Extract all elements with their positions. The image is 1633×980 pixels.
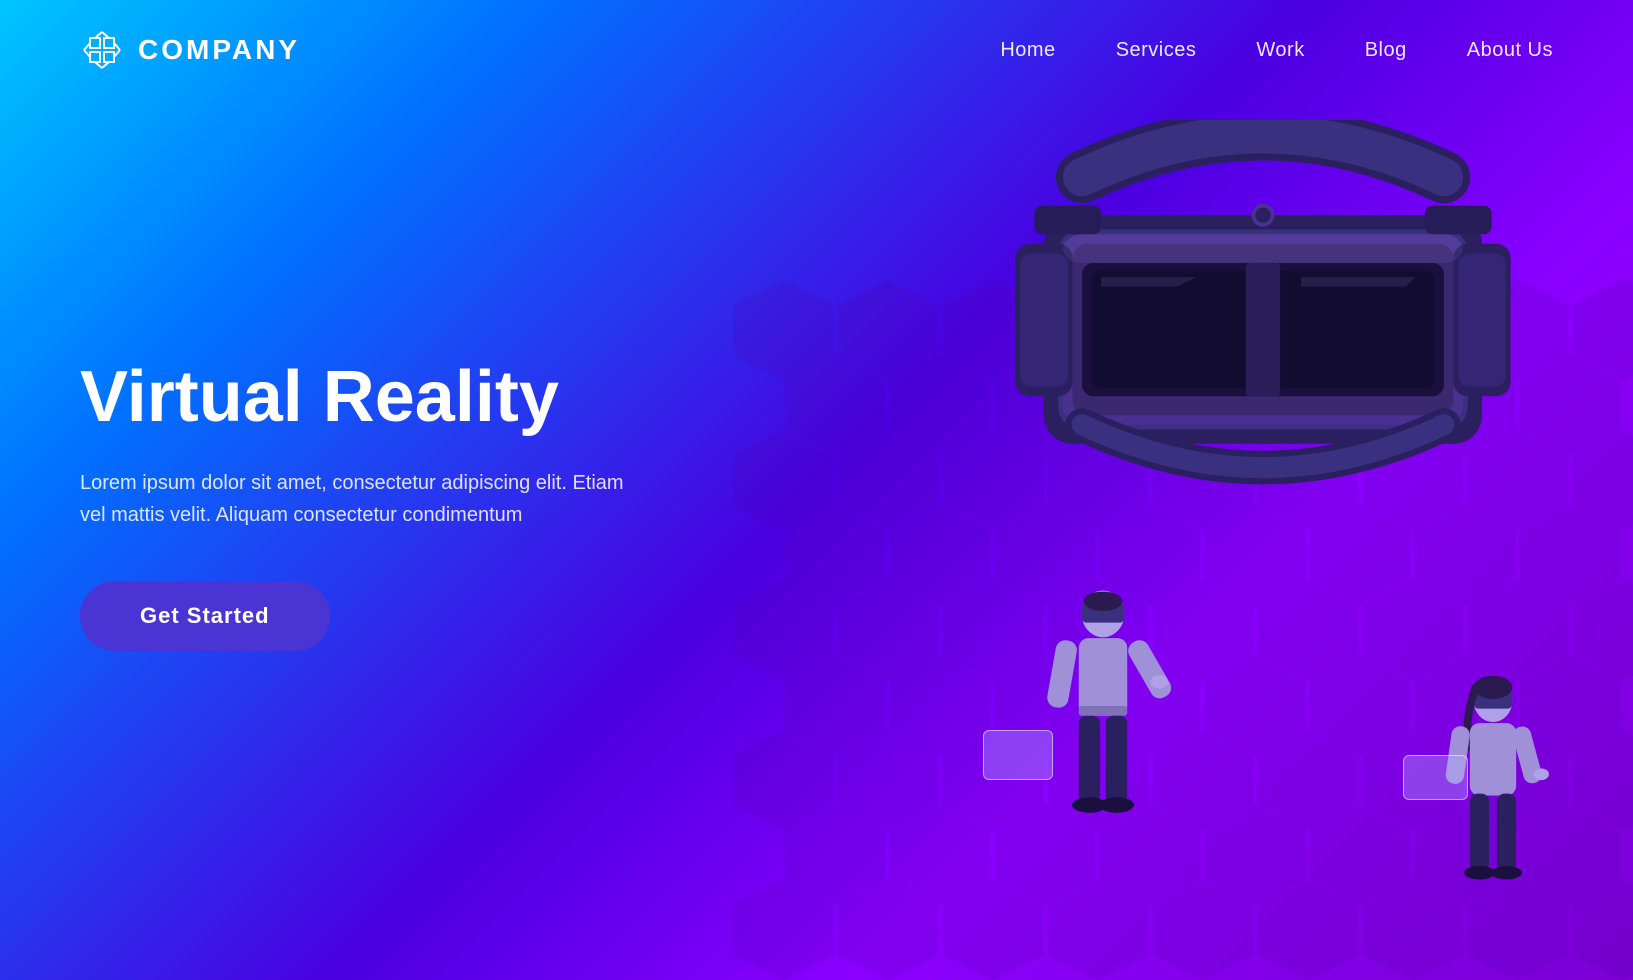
nav-links: Home Services Work Blog About Us: [1000, 39, 1553, 62]
hero-content: Virtual Reality Lorem ipsum dolor sit am…: [80, 358, 630, 651]
nav-item-about: About Us: [1467, 39, 1553, 62]
floating-card-left: [983, 730, 1053, 780]
nav-link-about[interactable]: About Us: [1467, 39, 1553, 61]
vr-headset-illustration: [973, 120, 1553, 520]
nav-link-services[interactable]: Services: [1116, 39, 1197, 61]
vr-illustration-area: [633, 0, 1633, 980]
nav-item-services: Services: [1116, 39, 1197, 62]
navbar: COMPANY Home Services Work Blog About Us: [0, 0, 1633, 100]
hero-description: Lorem ipsum dolor sit amet, consectetur …: [80, 467, 630, 531]
nav-item-home: Home: [1000, 39, 1055, 62]
logo-link[interactable]: COMPANY: [80, 28, 300, 72]
logo-text: COMPANY: [138, 34, 300, 66]
hero-section: COMPANY Home Services Work Blog About Us…: [0, 0, 1633, 980]
floating-card-right: [1403, 755, 1468, 800]
hero-title: Virtual Reality: [80, 358, 630, 437]
nav-link-work[interactable]: Work: [1256, 39, 1304, 61]
get-started-button[interactable]: Get Started: [80, 581, 330, 651]
nav-item-work: Work: [1256, 39, 1304, 62]
nav-link-home[interactable]: Home: [1000, 39, 1055, 61]
person-right-illustration: [1433, 670, 1553, 950]
nav-item-blog: Blog: [1365, 39, 1407, 62]
logo-icon: [80, 28, 124, 72]
person-left-illustration: [1033, 580, 1173, 900]
nav-link-blog[interactable]: Blog: [1365, 39, 1407, 61]
